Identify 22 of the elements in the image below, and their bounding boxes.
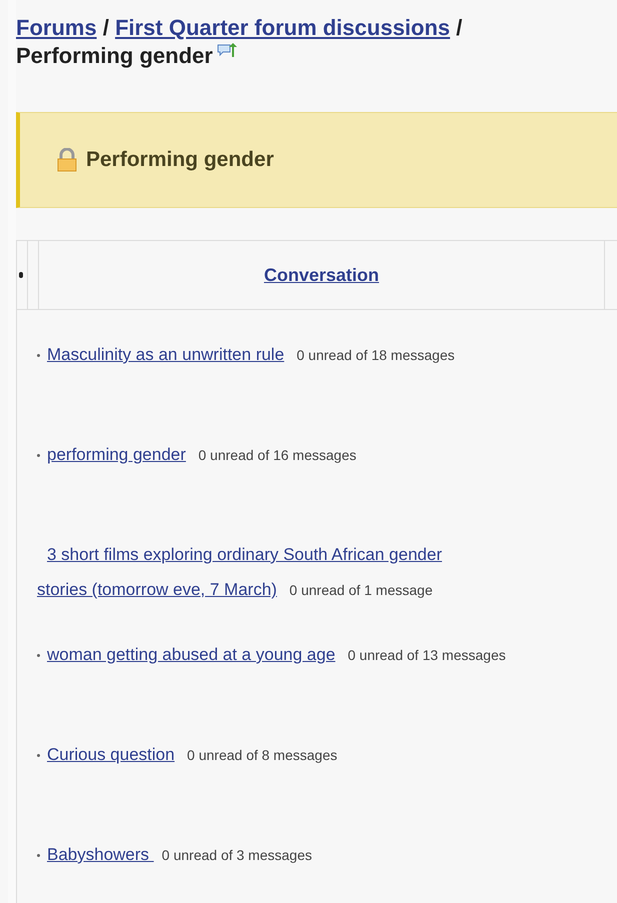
breadcrumb-link[interactable]: Forums [16,15,97,40]
discussion-link[interactable]: Curious question [47,745,175,764]
message-count: 0 unread of 3 messages [162,847,312,863]
breadcrumb-link[interactable]: First Quarter forum discussions [115,15,450,40]
banner-title: Performing gender [86,148,274,172]
speech-bubble-arrow-icon[interactable] [216,42,239,60]
discussion-link[interactable]: Masculinity as an unwritten rule [47,345,284,364]
discussion-link[interactable]: Babyshowers [47,845,154,864]
breadcrumb-current: Performing gender [16,43,213,68]
breadcrumb-separator: / [102,15,109,40]
message-count: 0 unread of 13 messages [348,647,506,663]
discussion-link[interactable]: 3 short films exploring ordinary South African gender [47,545,442,564]
discussion-link[interactable]: stories (tomorrow eve, 7 March) [37,580,277,599]
discussion-link[interactable]: performing gender [47,445,186,464]
breadcrumb-separator: / [456,15,462,40]
column-header-link[interactable]: Conversation [264,264,380,286]
message-count: 0 unread of 8 messages [187,747,338,763]
message-count: 0 unread of 16 messages [198,447,356,463]
bullet-icon [19,272,23,278]
message-count: 0 unread of 18 messages [296,347,455,363]
message-count: 0 unread of 1 message [289,582,433,598]
discussion-link[interactable]: woman getting abused at a young age [47,645,336,664]
